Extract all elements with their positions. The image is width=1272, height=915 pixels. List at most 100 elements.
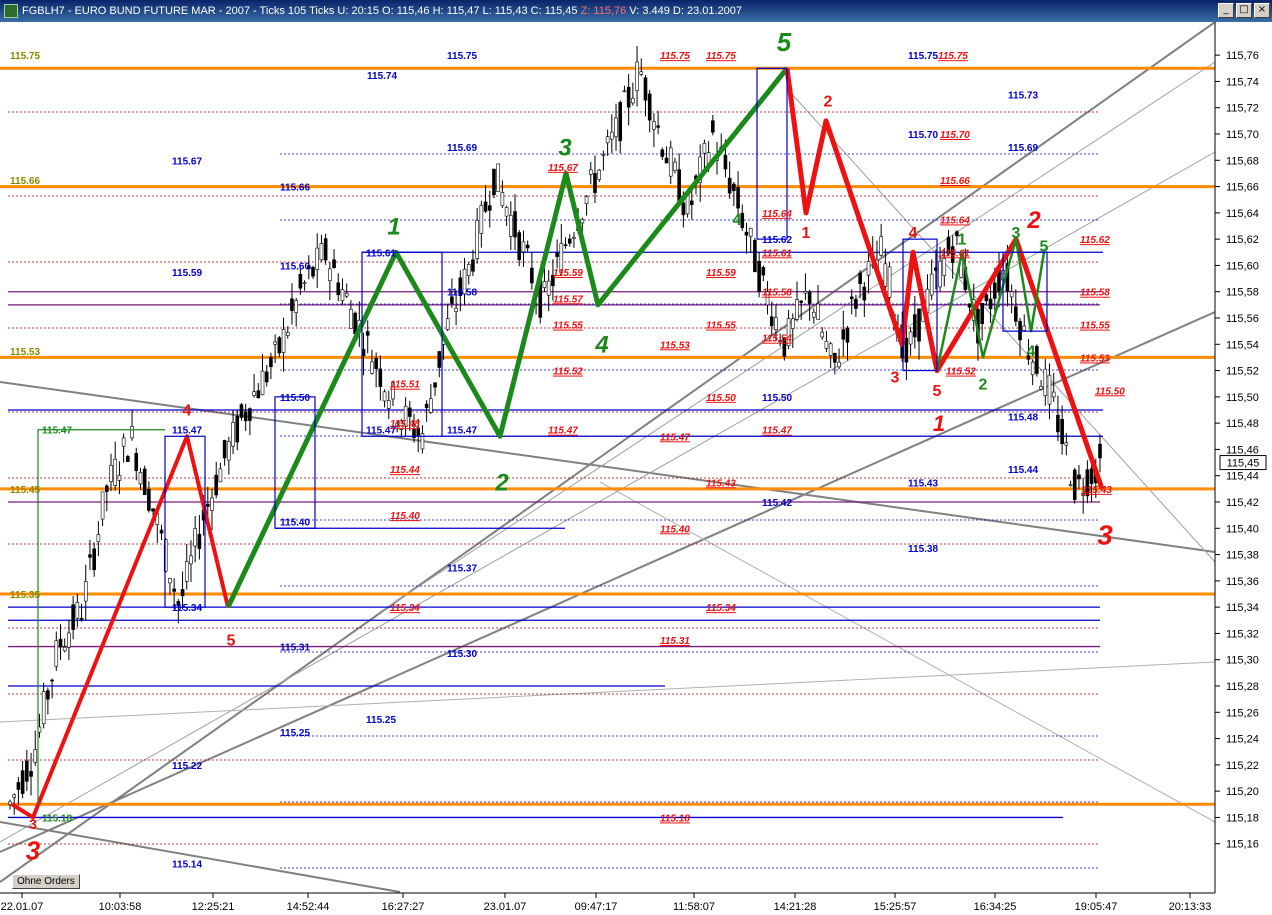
candle-body bbox=[12, 794, 17, 798]
candle-body bbox=[62, 646, 67, 652]
candle-body bbox=[374, 358, 378, 369]
price-label: 115.14 bbox=[172, 859, 202, 870]
candle-body bbox=[1072, 469, 1077, 500]
orders-mode-button[interactable]: Ohne Orders bbox=[12, 874, 80, 889]
y-tick-label: 115,42 bbox=[1226, 497, 1259, 509]
wave-label: 1 bbox=[387, 213, 400, 240]
candle-body bbox=[210, 497, 214, 511]
candle-body bbox=[1009, 291, 1014, 298]
price-label: 115.35 bbox=[10, 590, 40, 601]
candle-body bbox=[248, 408, 252, 421]
price-label: 115.55 bbox=[553, 321, 583, 332]
candle-body bbox=[281, 329, 286, 353]
x-tick-label: 10:03:58 bbox=[99, 901, 142, 913]
candle-body bbox=[168, 577, 172, 584]
price-label: 115.30 bbox=[447, 649, 477, 660]
price-chart[interactable]: 115.75 115.75115.74115.75 115.75 115.75 115.… bbox=[0, 22, 1272, 915]
candle-body bbox=[264, 371, 269, 383]
candle-body bbox=[1030, 361, 1035, 376]
y-tick-label: 115,36 bbox=[1226, 576, 1259, 588]
candle-body bbox=[104, 485, 109, 492]
candle-body bbox=[866, 261, 871, 276]
candle-body bbox=[854, 299, 858, 309]
x-axis: 22.01.07 10:03:58 12:25:21 14:52:44 16:27:27… bbox=[0, 892, 1215, 913]
candle-body bbox=[96, 534, 101, 542]
price-label: 115.43 bbox=[706, 478, 736, 489]
candle-body bbox=[584, 196, 589, 205]
price-label: 115.43 bbox=[908, 478, 938, 489]
price-label: 115.66 bbox=[940, 176, 970, 187]
candle-body bbox=[1039, 386, 1043, 390]
candle-body bbox=[542, 281, 547, 288]
x-tick-label: 14:52:44 bbox=[287, 901, 330, 913]
candle-body bbox=[673, 161, 677, 171]
price-label: 115.59 bbox=[706, 268, 736, 279]
last-price-label: 115,45 bbox=[1227, 458, 1260, 470]
candle-body bbox=[214, 474, 219, 496]
price-label: 115.70 bbox=[940, 130, 970, 141]
candle-body bbox=[408, 407, 412, 417]
y-tick-label: 115,66 bbox=[1226, 182, 1259, 194]
price-label: 115.64 bbox=[940, 215, 970, 226]
price-label: 115.61 bbox=[940, 248, 970, 259]
candle-body bbox=[631, 98, 635, 104]
price-label: 115.51 bbox=[390, 380, 420, 391]
candle-body bbox=[8, 801, 12, 805]
candle-body bbox=[841, 329, 846, 340]
candle-body bbox=[479, 205, 484, 234]
maximize-button[interactable]: □ bbox=[1236, 3, 1252, 18]
price-label: 115.62 bbox=[762, 235, 792, 246]
candle-body bbox=[294, 300, 298, 314]
title-prefix: FGBLH7 - EURO BUND FUTURE MAR - 2007 - T… bbox=[22, 5, 581, 17]
price-label: 115.40 bbox=[280, 518, 310, 529]
y-tick-label: 115,72 bbox=[1226, 103, 1259, 115]
candle-body bbox=[349, 308, 353, 329]
candle-body bbox=[803, 291, 808, 294]
price-label: 115.59 bbox=[553, 268, 583, 279]
price-label: 115.74 bbox=[367, 71, 397, 82]
price-label: 115.47 bbox=[762, 426, 792, 437]
candle-body bbox=[500, 192, 505, 207]
candle-body bbox=[273, 341, 277, 345]
candle-body bbox=[222, 440, 227, 459]
candle-body bbox=[744, 231, 749, 236]
candle-body bbox=[845, 327, 850, 343]
candle-body bbox=[386, 400, 391, 409]
y-tick-label: 115,44 bbox=[1226, 471, 1259, 483]
close-button[interactable]: × bbox=[1254, 3, 1270, 18]
price-label: 115.47 bbox=[42, 426, 72, 437]
minimize-button[interactable]: _ bbox=[1218, 3, 1234, 18]
x-tick-label: 22.01.07 bbox=[1, 901, 44, 913]
candle-body bbox=[917, 308, 921, 342]
candle-body bbox=[883, 263, 888, 287]
candle-body bbox=[92, 548, 96, 571]
candle-body bbox=[799, 300, 803, 303]
y-tick-label: 115,68 bbox=[1226, 155, 1259, 167]
price-label: 115.25 bbox=[280, 728, 310, 739]
candle-body bbox=[50, 679, 54, 682]
candle-body bbox=[109, 464, 113, 482]
candle-body bbox=[33, 749, 38, 763]
candle-body bbox=[660, 149, 665, 157]
y-tick-label: 115,76 bbox=[1226, 50, 1259, 62]
x-tick-label: 20:13:33 bbox=[1169, 901, 1212, 913]
price-label: 115.34 bbox=[390, 603, 420, 614]
wave-label: 3 bbox=[1012, 225, 1021, 242]
candle-body bbox=[988, 298, 993, 310]
candle-body bbox=[913, 314, 917, 338]
y-tick-label: 115,16 bbox=[1226, 839, 1259, 851]
candle-body bbox=[315, 247, 320, 270]
y-tick-label: 115,52 bbox=[1226, 366, 1259, 378]
y-tick-label: 115,38 bbox=[1226, 550, 1259, 562]
price-label: 115.62 bbox=[1080, 235, 1110, 246]
candle-body bbox=[727, 177, 732, 194]
price-label: 115.69 bbox=[447, 143, 477, 154]
candle-body bbox=[774, 317, 778, 330]
price-label: 115.67 bbox=[548, 163, 578, 174]
price-label: 115.75 bbox=[908, 51, 938, 62]
candle-body bbox=[147, 488, 151, 511]
price-label: 115.31 bbox=[660, 636, 690, 647]
y-tick-label: 115,48 bbox=[1226, 418, 1259, 430]
candle-body bbox=[908, 331, 913, 345]
price-label: 115.58 bbox=[1080, 288, 1110, 299]
